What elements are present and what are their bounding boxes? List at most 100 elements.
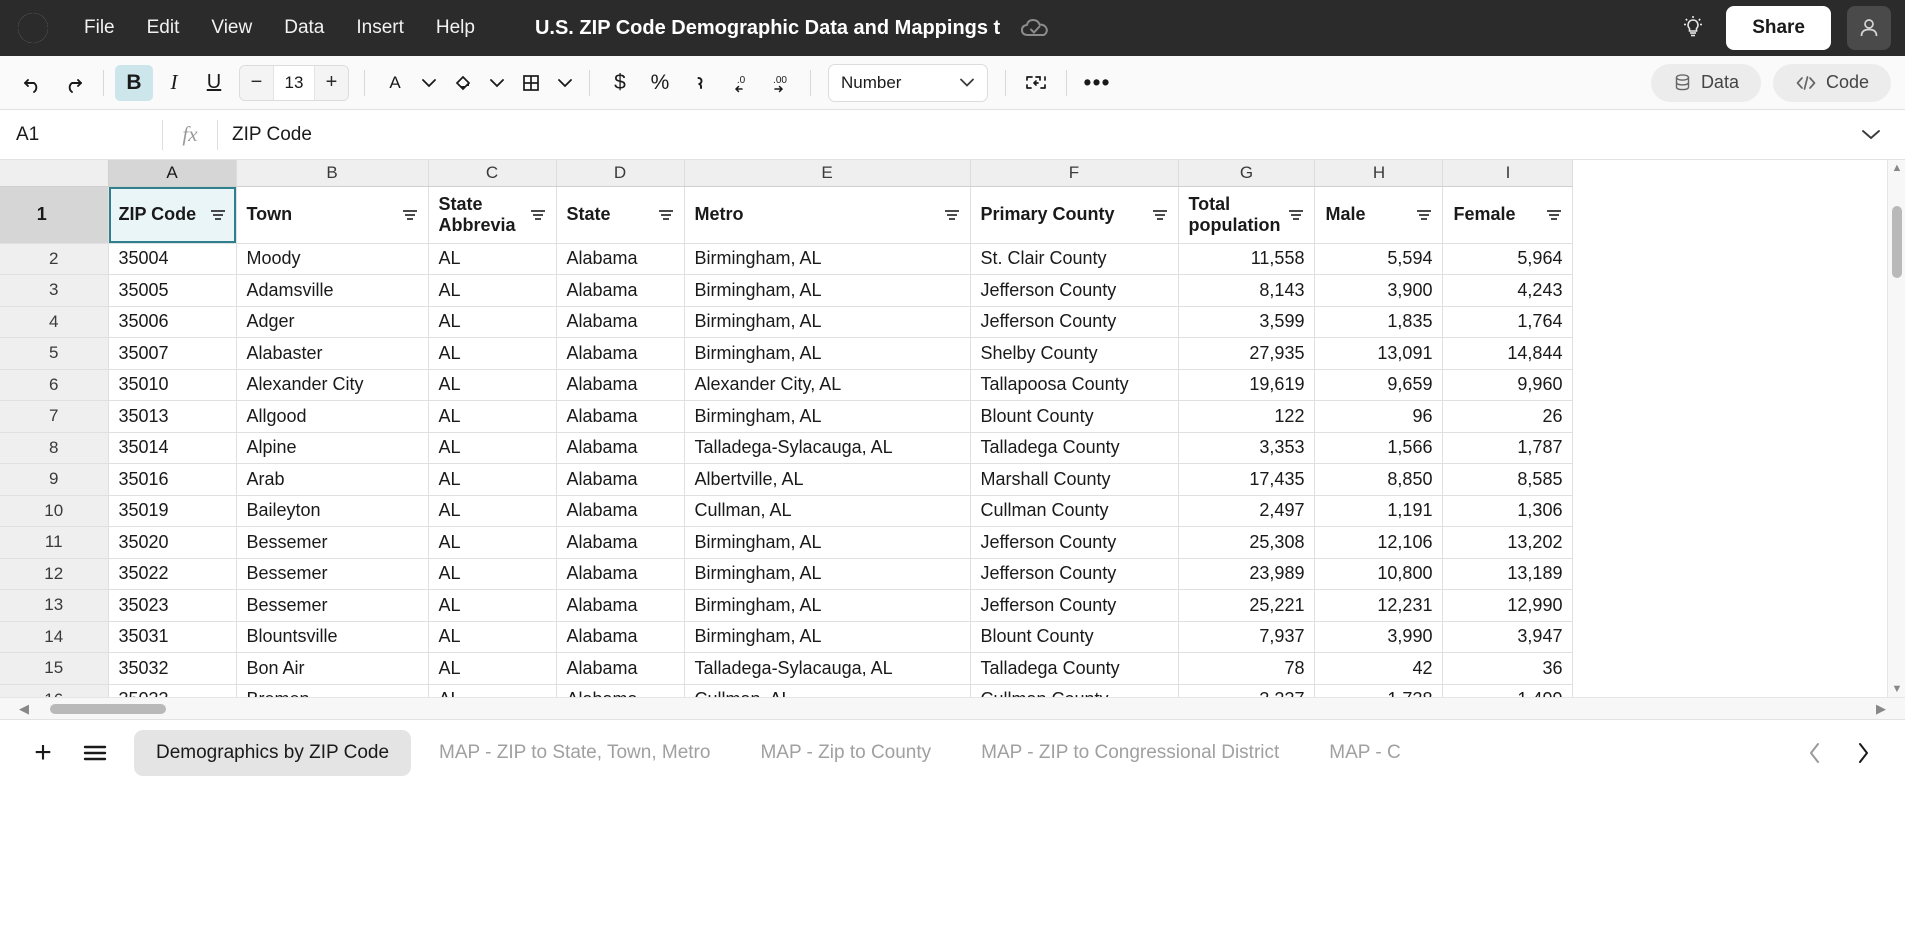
cell[interactable]: 78 bbox=[1178, 652, 1316, 685]
formula-bar-expand-chevron-down-icon[interactable] bbox=[1851, 128, 1891, 141]
cell[interactable]: Alabama bbox=[556, 495, 685, 527]
scroll-left-arrow-icon[interactable]: ◀ bbox=[14, 701, 34, 717]
row-number-1[interactable]: 1 bbox=[0, 186, 109, 244]
header-cell-total-population[interactable]: Total population bbox=[1178, 186, 1316, 244]
cell[interactable]: 35031 bbox=[108, 621, 237, 653]
document-title[interactable]: U.S. ZIP Code Demographic Data and Mappi… bbox=[535, 17, 1000, 40]
cell[interactable]: Jefferson County bbox=[970, 306, 1179, 338]
cell[interactable]: Bessemer bbox=[236, 558, 429, 590]
cell[interactable]: 1,787 bbox=[1442, 432, 1574, 464]
cell[interactable]: Jefferson County bbox=[970, 589, 1179, 622]
cell[interactable]: Jefferson County bbox=[970, 558, 1179, 590]
cell[interactable]: 35022 bbox=[108, 558, 237, 590]
cell[interactable]: AL bbox=[428, 495, 557, 527]
filter-icon[interactable] bbox=[1414, 205, 1434, 225]
cell[interactable]: Alabama bbox=[556, 400, 685, 433]
cell[interactable]: 3,900 bbox=[1314, 274, 1444, 307]
cell[interactable]: Talladega-Sylacauga, AL bbox=[684, 432, 971, 464]
underline-button[interactable]: U bbox=[195, 65, 233, 101]
cell[interactable]: Allgood bbox=[236, 400, 429, 433]
percent-format-button[interactable]: % bbox=[641, 65, 679, 101]
cell[interactable]: Alexander City, AL bbox=[684, 369, 971, 401]
cell[interactable]: Alabama bbox=[556, 558, 685, 590]
cell[interactable]: Alabama bbox=[556, 369, 685, 401]
cell[interactable]: Tallapoosa County bbox=[970, 369, 1179, 401]
cell[interactable]: AL bbox=[428, 526, 557, 559]
row-number-5[interactable]: 5 bbox=[0, 337, 109, 370]
cell[interactable]: Birmingham, AL bbox=[684, 558, 971, 590]
header-cell-metro[interactable]: Metro bbox=[684, 186, 971, 244]
row-number-8[interactable]: 8 bbox=[0, 432, 109, 464]
share-button[interactable]: Share bbox=[1726, 6, 1831, 50]
sheet-tab-1[interactable]: MAP - ZIP to State, Town, Metro bbox=[417, 730, 732, 776]
cell[interactable]: Shelby County bbox=[970, 337, 1179, 370]
filter-icon[interactable] bbox=[208, 205, 228, 225]
text-color-chevron-down-icon[interactable] bbox=[416, 65, 442, 101]
cell[interactable]: AL bbox=[428, 243, 557, 275]
cell[interactable]: 1,835 bbox=[1314, 306, 1444, 338]
row-number-2[interactable]: 2 bbox=[0, 243, 109, 275]
cell[interactable]: Jefferson County bbox=[970, 526, 1179, 559]
cell[interactable]: 23,989 bbox=[1178, 558, 1316, 590]
cell[interactable]: 35019 bbox=[108, 495, 237, 527]
cell[interactable]: Talladega County bbox=[970, 652, 1179, 685]
cell[interactable]: 9,659 bbox=[1314, 369, 1444, 401]
cell[interactable]: 13,091 bbox=[1314, 337, 1444, 370]
column-header-g[interactable]: G bbox=[1178, 160, 1316, 187]
cell[interactable]: Bessemer bbox=[236, 526, 429, 559]
sheet-tab-0[interactable]: Demographics by ZIP Code bbox=[134, 730, 412, 776]
header-cell-primary-county[interactable]: Primary County bbox=[970, 186, 1179, 244]
cell[interactable]: Alabama bbox=[556, 526, 685, 559]
filter-icon[interactable] bbox=[1286, 205, 1306, 225]
cell[interactable]: AL bbox=[428, 432, 557, 464]
filter-icon[interactable] bbox=[1150, 205, 1170, 225]
horizontal-scroll-thumb[interactable] bbox=[50, 703, 166, 714]
fill-color-icon[interactable] bbox=[444, 65, 482, 101]
cell[interactable]: 5,594 bbox=[1314, 243, 1444, 275]
row-number-11[interactable]: 11 bbox=[0, 526, 109, 559]
cell[interactable]: AL bbox=[428, 306, 557, 338]
cell[interactable]: 42 bbox=[1314, 652, 1444, 685]
cell[interactable]: 25,221 bbox=[1178, 589, 1316, 622]
cell[interactable]: 12,990 bbox=[1442, 589, 1574, 622]
row-number-14[interactable]: 14 bbox=[0, 621, 109, 653]
cell[interactable]: Alabama bbox=[556, 463, 685, 496]
cell[interactable]: 35014 bbox=[108, 432, 237, 464]
vertical-scroll-thumb[interactable] bbox=[1892, 206, 1902, 278]
column-header-h[interactable]: H bbox=[1314, 160, 1444, 187]
cell[interactable]: Alabama bbox=[556, 432, 685, 464]
cell[interactable]: Alabama bbox=[556, 337, 685, 370]
filter-icon[interactable] bbox=[400, 205, 420, 225]
cell[interactable]: AL bbox=[428, 589, 557, 622]
header-cell-zip-code[interactable]: ZIP Code bbox=[108, 186, 237, 244]
borders-icon[interactable] bbox=[512, 65, 550, 101]
cell[interactable]: Talladega-Sylacauga, AL bbox=[684, 652, 971, 685]
row-number-13[interactable]: 13 bbox=[0, 589, 109, 622]
cell[interactable]: 35007 bbox=[108, 337, 237, 370]
sheet-tab-4[interactable]: MAP - C bbox=[1307, 730, 1422, 776]
header-cell-state-abbreviation[interactable]: State Abbrevia bbox=[428, 186, 557, 244]
cell[interactable]: 3,353 bbox=[1178, 432, 1316, 464]
cell[interactable]: Alabama bbox=[556, 243, 685, 275]
column-header-f[interactable]: F bbox=[970, 160, 1179, 187]
row-number-4[interactable]: 4 bbox=[0, 306, 109, 338]
bold-button[interactable]: B bbox=[115, 64, 153, 101]
row-number-3[interactable]: 3 bbox=[0, 274, 109, 307]
data-panel-button[interactable]: Data bbox=[1650, 63, 1761, 102]
cell[interactable]: Talladega County bbox=[970, 432, 1179, 464]
cell[interactable]: 8,850 bbox=[1314, 463, 1444, 496]
formula-input[interactable]: ZIP Code bbox=[218, 124, 1851, 146]
cell[interactable]: Alabama bbox=[556, 652, 685, 685]
cell[interactable]: Birmingham, AL bbox=[684, 243, 971, 275]
column-header-e[interactable]: E bbox=[684, 160, 971, 187]
column-header-i[interactable]: I bbox=[1442, 160, 1574, 187]
filter-icon[interactable] bbox=[1544, 205, 1564, 225]
cell[interactable]: 19,619 bbox=[1178, 369, 1316, 401]
cell[interactable]: AL bbox=[428, 558, 557, 590]
select-all-corner[interactable] bbox=[0, 160, 109, 187]
font-size-increase-button[interactable]: + bbox=[315, 65, 348, 100]
borders-chevron-down-icon[interactable] bbox=[552, 65, 578, 101]
cell[interactable]: Alabaster bbox=[236, 337, 429, 370]
cell[interactable]: 12,106 bbox=[1314, 526, 1444, 559]
cell[interactable]: 8,585 bbox=[1442, 463, 1574, 496]
